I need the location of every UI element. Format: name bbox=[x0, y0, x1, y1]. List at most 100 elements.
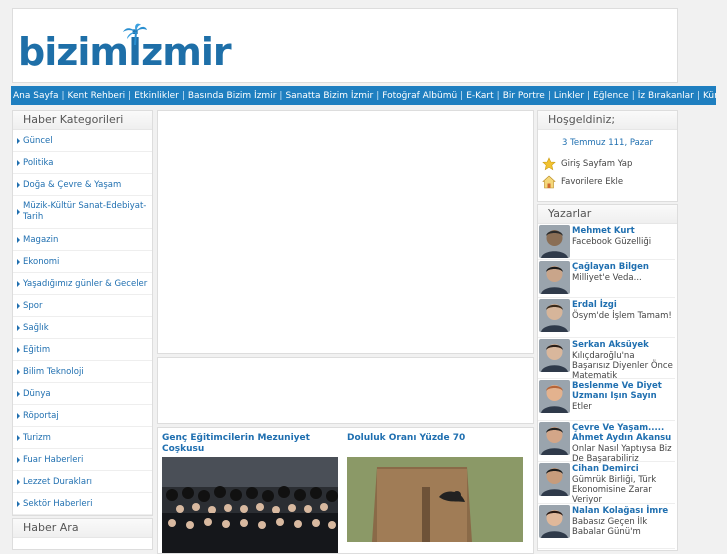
author-article-title[interactable]: Milliyet'e Veda... bbox=[572, 273, 674, 283]
author-name[interactable]: Çevre Ve Yaşam..... Ahmet Aydın Akansu bbox=[572, 423, 674, 443]
nav-item-9[interactable]: Linkler bbox=[553, 91, 585, 101]
author-item[interactable]: Beslenme Ve Diyet Uzmanı Işın Sayın Etler bbox=[538, 378, 675, 421]
author-item[interactable]: Çağlayan Bilgen Milliyet'e Veda... bbox=[538, 259, 675, 298]
category-label[interactable]: Yaşadığımız günler & Geceler bbox=[23, 279, 147, 289]
category-label[interactable]: Turizm bbox=[23, 433, 51, 443]
author-article-title[interactable]: Etler bbox=[572, 402, 674, 412]
category-item[interactable]: Röportaj bbox=[13, 405, 152, 427]
category-label[interactable]: Ekonomi bbox=[23, 257, 59, 267]
banner-area bbox=[157, 357, 534, 424]
author-name[interactable]: Çağlayan Bilgen bbox=[572, 262, 674, 272]
category-item[interactable]: Turizm bbox=[13, 427, 152, 449]
category-item[interactable]: Doğa & Çevre & Yaşam bbox=[13, 174, 152, 196]
author-name[interactable]: Serkan Aksüyek bbox=[572, 340, 674, 350]
author-article-title[interactable]: Ösym'de İşlem Tamam! bbox=[572, 311, 674, 321]
category-label[interactable]: Doğa & Çevre & Yaşam bbox=[23, 180, 121, 190]
category-label[interactable]: Müzik-Kültür Sanat-Edebiyat-Tarih bbox=[23, 201, 152, 223]
nav-item-4[interactable]: Basında Bizim İzmir bbox=[187, 91, 278, 101]
news-title[interactable]: Genç Eğitimcilerin Mezuniyet Coşkusu bbox=[162, 433, 332, 455]
author-article-title[interactable]: Facebook Güzelliği bbox=[572, 237, 674, 247]
author-name[interactable]: Nalan Kolağası İmre bbox=[572, 506, 674, 516]
headline-slider[interactable] bbox=[157, 110, 534, 354]
author-name[interactable]: Beslenme Ve Diyet Uzmanı Işın Sayın bbox=[572, 381, 674, 401]
nav-item-2[interactable]: Kent Rehberi bbox=[67, 91, 127, 101]
author-avatar[interactable] bbox=[539, 463, 570, 496]
category-item[interactable]: Politika bbox=[13, 152, 152, 174]
category-item[interactable]: Bilim Teknoloji bbox=[13, 361, 152, 383]
category-label[interactable]: Dünya bbox=[23, 389, 51, 399]
graduation-photo[interactable] bbox=[162, 457, 338, 553]
author-item[interactable]: Erdal İzgi Ösym'de İşlem Tamam! bbox=[538, 297, 675, 338]
nav-item-12[interactable]: Künye bbox=[702, 91, 716, 101]
welcome-panel: Hoşgeldiniz; 3 Temmuz 111, Pazar Giriş S… bbox=[537, 110, 678, 202]
arrow-right-icon bbox=[17, 258, 20, 265]
category-item[interactable]: Magazin bbox=[13, 229, 152, 251]
author-item[interactable]: Nalan Kolağası İmre Babasız Geçen İlk Bab… bbox=[538, 503, 675, 549]
arrow-right-icon bbox=[17, 209, 20, 215]
category-item[interactable]: Spor bbox=[13, 295, 152, 317]
author-avatar[interactable] bbox=[539, 225, 570, 258]
author-avatar[interactable] bbox=[539, 505, 570, 538]
category-label[interactable]: Spor bbox=[23, 301, 43, 311]
nav-item-7[interactable]: E-Kart bbox=[465, 91, 494, 101]
author-avatar[interactable] bbox=[539, 380, 570, 413]
nav-separator: | bbox=[460, 90, 464, 101]
arrow-right-icon bbox=[17, 137, 20, 144]
nav-item-10[interactable]: Eğlence bbox=[592, 91, 630, 101]
author-item[interactable]: Serkan Aksüyek Kılıçdaroğlu'na Başarısız … bbox=[538, 337, 675, 381]
site-header: bizimİzmir bbox=[12, 8, 678, 83]
category-label[interactable]: Eğitim bbox=[23, 345, 50, 355]
arrow-right-icon bbox=[17, 368, 20, 375]
author-item[interactable]: Cihan Demirci Gümrük Birliği, Türk Ekonom… bbox=[538, 461, 675, 505]
news-title[interactable]: Doluluk Oranı Yüzde 70 bbox=[347, 433, 527, 444]
author-item[interactable]: Çevre Ve Yaşam..... Ahmet Aydın Akansu On… bbox=[538, 420, 675, 464]
nav-separator: | bbox=[376, 90, 380, 101]
category-item[interactable]: Eğitim bbox=[13, 339, 152, 361]
nav-item-1[interactable]: Ana Sayfa bbox=[12, 91, 59, 101]
add-favorites-label[interactable]: Favorilere Ekle bbox=[561, 177, 623, 187]
category-label[interactable]: Sektör Haberleri bbox=[23, 499, 92, 509]
news-item[interactable]: Genç Eğitimcilerin Mezuniyet Coşkusu bbox=[162, 433, 338, 553]
category-item[interactable]: Lezzet Durakları bbox=[13, 471, 152, 493]
category-label[interactable]: Lezzet Durakları bbox=[23, 477, 92, 487]
arrow-right-icon bbox=[17, 412, 20, 419]
nav-item-8[interactable]: Bir Portre bbox=[502, 91, 546, 101]
author-avatar[interactable] bbox=[539, 299, 570, 332]
author-item[interactable]: Mehmet Kurt Facebook Güzelliği bbox=[538, 223, 675, 260]
author-article-title[interactable]: Gümrük Birliği, Türk Ekonomisine Zarar V… bbox=[572, 475, 674, 505]
category-item[interactable]: Yaşadığımız günler & Geceler bbox=[13, 273, 152, 295]
set-homepage-label[interactable]: Giriş Sayfam Yap bbox=[561, 159, 632, 169]
author-name[interactable]: Mehmet Kurt bbox=[572, 226, 674, 236]
category-label[interactable]: Fuar Haberleri bbox=[23, 455, 83, 465]
category-item[interactable]: Müzik-Kültür Sanat-Edebiyat-Tarih bbox=[13, 196, 152, 229]
category-item[interactable]: Ekonomi bbox=[13, 251, 152, 273]
nav-item-6[interactable]: Fotoğraf Albümü bbox=[381, 91, 458, 101]
category-label[interactable]: Magazin bbox=[23, 235, 58, 245]
nav-item-11[interactable]: İz Bırakanlar bbox=[637, 91, 695, 101]
category-item[interactable]: Güncel bbox=[13, 130, 152, 152]
birdhouse-photo[interactable] bbox=[347, 457, 523, 542]
category-label[interactable]: Sağlık bbox=[23, 323, 49, 333]
category-item[interactable]: Sağlık bbox=[13, 317, 152, 339]
category-item[interactable]: Fuar Haberleri bbox=[13, 449, 152, 471]
category-label[interactable]: Bilim Teknoloji bbox=[23, 367, 84, 377]
author-avatar[interactable] bbox=[539, 422, 570, 455]
nav-item-3[interactable]: Etkinlikler bbox=[133, 91, 180, 101]
author-name[interactable]: Erdal İzgi bbox=[572, 300, 674, 310]
category-label[interactable]: Güncel bbox=[23, 136, 53, 146]
author-article-title[interactable]: Kılıçdaroğlu'na Başarısız Diyenler Önce … bbox=[572, 351, 674, 381]
nav-item-5[interactable]: Sanatta Bizim İzmir bbox=[284, 91, 374, 101]
nav-separator: | bbox=[279, 90, 283, 101]
category-item[interactable]: Dünya bbox=[13, 383, 152, 405]
category-item[interactable]: Sektör Haberleri bbox=[13, 493, 152, 515]
author-article-title[interactable]: Babasız Geçen İlk Babalar Günü'm bbox=[572, 517, 674, 537]
current-date: 3 Temmuz 111, Pazar bbox=[562, 138, 653, 148]
author-name[interactable]: Cihan Demirci bbox=[572, 464, 674, 474]
category-label[interactable]: Politika bbox=[23, 158, 53, 168]
news-item[interactable]: Doluluk Oranı Yüzde 70 bbox=[347, 433, 527, 542]
add-favorites-link[interactable]: Favorilere Ekle bbox=[542, 175, 677, 189]
author-avatar[interactable] bbox=[539, 339, 570, 372]
author-avatar[interactable] bbox=[539, 261, 570, 294]
set-homepage-link[interactable]: Giriş Sayfam Yap bbox=[542, 157, 677, 171]
category-label[interactable]: Röportaj bbox=[23, 411, 59, 421]
